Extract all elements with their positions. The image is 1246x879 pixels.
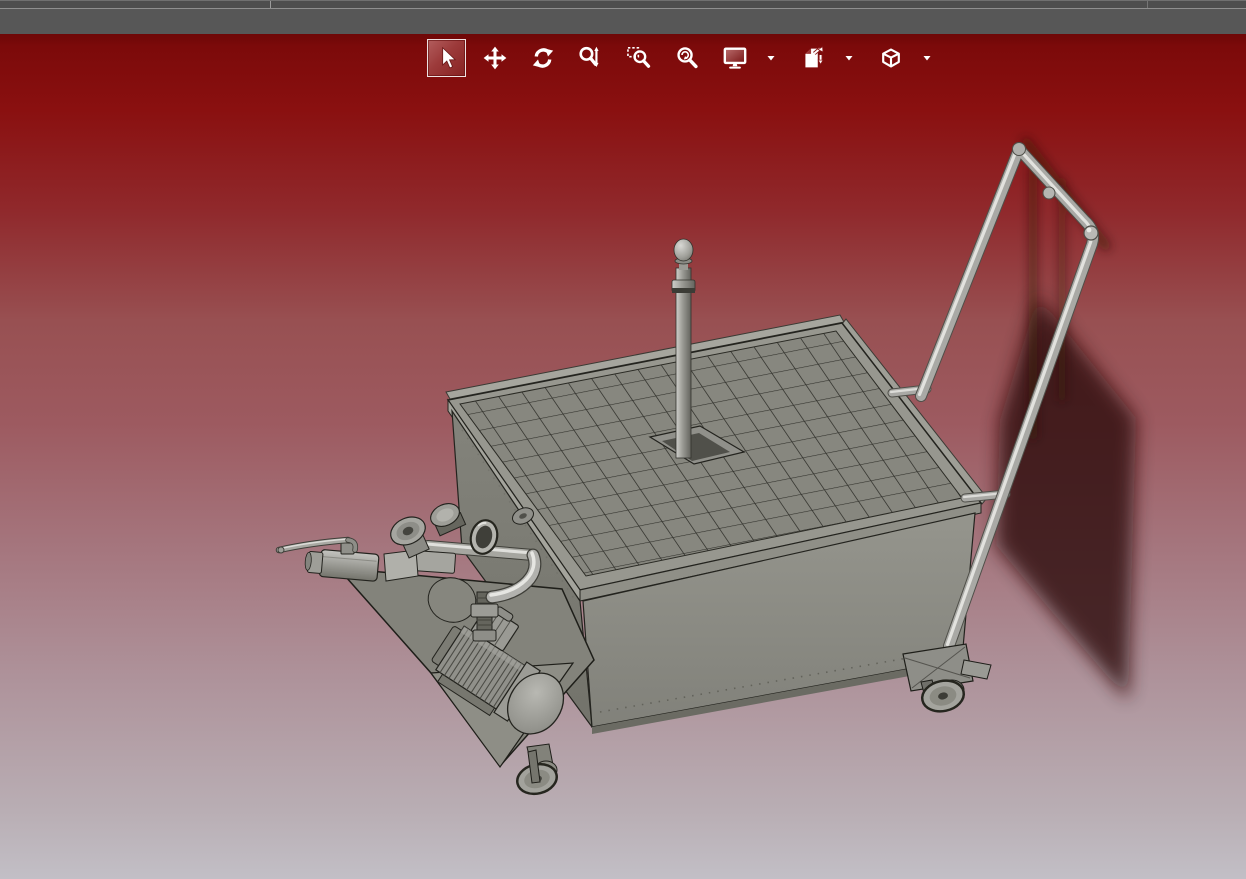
views-button[interactable] — [793, 39, 832, 77]
app-window — [0, 0, 1246, 879]
viewport-3d[interactable] — [0, 34, 1246, 879]
full-screen-button[interactable] — [715, 39, 754, 77]
zoom-tool-button[interactable] — [571, 39, 610, 77]
orientation-dropdown[interactable] — [919, 39, 935, 77]
pan-four-way-arrows-icon — [482, 45, 508, 71]
monitor-icon — [722, 45, 748, 71]
rotate-tool-button[interactable] — [523, 39, 562, 77]
zoom-fit-tool-button[interactable] — [667, 39, 706, 77]
zoom-area-tool-button[interactable] — [619, 39, 658, 77]
full-screen-dropdown[interactable] — [763, 39, 779, 77]
view-toolbar — [427, 39, 945, 77]
front-caster — [516, 743, 558, 796]
cad-model-tank-cart[interactable] — [0, 34, 1246, 879]
strip-divider — [1147, 1, 1148, 8]
chevron-down-icon — [844, 51, 854, 66]
orientation-button[interactable] — [871, 39, 910, 77]
rotate-circular-arrows-icon — [530, 45, 556, 71]
pan-tool-button[interactable] — [475, 39, 514, 77]
cursor-arrow-icon — [434, 45, 460, 71]
window-top-strip — [0, 0, 1246, 9]
magnifier-dashed-box-icon — [626, 45, 652, 71]
page-with-arrows-icon — [800, 45, 826, 71]
strip-divider — [270, 1, 271, 8]
cast-shadow — [996, 137, 1136, 700]
chevron-down-icon — [766, 51, 776, 66]
magnifier-refresh-icon — [674, 45, 700, 71]
select-tool-button[interactable] — [427, 39, 466, 77]
magnifier-vertical-arrow-icon — [578, 45, 604, 71]
cube-icon — [878, 45, 904, 71]
chevron-down-icon — [922, 51, 932, 66]
rear-caster-with-brake — [902, 643, 992, 713]
views-dropdown[interactable] — [841, 39, 857, 77]
menu-strip — [0, 9, 1246, 34]
